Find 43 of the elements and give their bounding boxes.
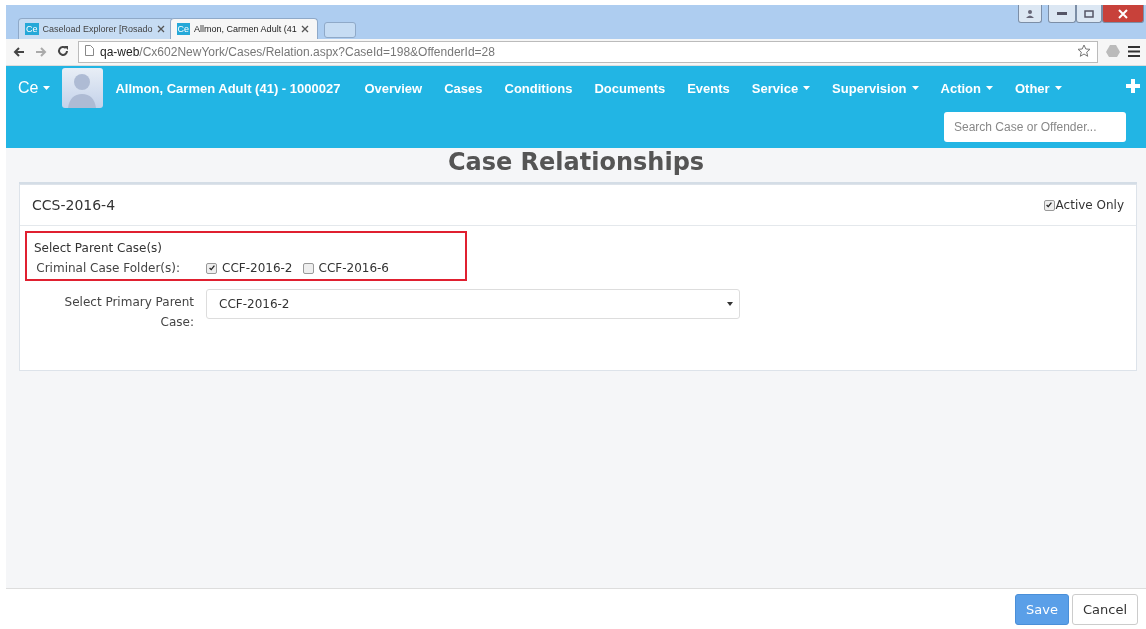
page-title: Case Relationships — [446, 148, 706, 178]
nav-dropdown[interactable]: Service — [751, 80, 811, 96]
dropdown-select[interactable]: CCF-2016-2 — [206, 289, 740, 319]
nav-dropdown[interactable]: Action — [940, 80, 993, 96]
checkbox[interactable] — [302, 262, 314, 274]
page-icon — [85, 45, 94, 59]
avatar — [62, 68, 104, 108]
caret-icon — [727, 302, 733, 306]
section-title: Select Parent Case(s) — [34, 241, 164, 255]
maximize-icon[interactable] — [1076, 5, 1102, 23]
brand-menu[interactable]: Ce — [18, 79, 51, 97]
checkbox-label: CCF-2016-2 — [222, 261, 293, 275]
close-icon[interactable] — [300, 23, 311, 35]
offender-name[interactable]: Allmon, Carmen Adult (41) - 1000027 — [115, 80, 341, 96]
url-text: qa-web/Cx602NewYork/Cases/Relation.aspx?CaseId=198&OffenderId=28 — [100, 45, 496, 59]
nav-link[interactable]: Documents — [594, 80, 666, 96]
close-icon[interactable] — [1102, 5, 1144, 23]
checkbox[interactable] — [206, 262, 217, 274]
nav-link[interactable]: Conditions — [504, 80, 573, 96]
case-number: CCS-2016-4 — [32, 197, 116, 213]
caret-icon — [43, 86, 51, 90]
field-label: Select Primary Parent Case: — [63, 294, 195, 331]
tab-title: Allmon, Carmen Adult (41 — [194, 24, 297, 34]
tab-title: Caseload Explorer [Rosado — [42, 24, 153, 34]
address-bar[interactable]: qa-web/Cx602NewYork/Cases/Relation.aspx?CaseId=198&OffenderId=28 — [78, 41, 1098, 63]
field-label: Criminal Case Folder(s): — [35, 261, 181, 275]
checkbox-label: CCF-2016-6 — [318, 261, 389, 275]
user-icon[interactable] — [1018, 5, 1042, 23]
nav-link[interactable]: Overview — [364, 80, 423, 96]
save-button[interactable]: Save — [1015, 593, 1069, 625]
nav-link[interactable]: Events — [687, 80, 730, 96]
cancel-button[interactable]: Cancel — [1071, 593, 1138, 625]
favicon: Ce — [176, 23, 191, 35]
nav-link[interactable]: Cases — [444, 80, 483, 96]
favicon: Ce — [25, 23, 39, 35]
checkbox[interactable] — [1043, 199, 1055, 211]
browser-tab[interactable]: Ce Allmon, Carmen Adult (41 — [169, 18, 318, 39]
minimize-icon[interactable] — [1048, 5, 1076, 23]
nav-dropdown[interactable]: Other — [1015, 80, 1062, 96]
close-icon[interactable] — [156, 23, 167, 35]
nav-dropdown[interactable]: Supervision — [832, 80, 919, 96]
checkbox-label: Active Only — [1055, 198, 1124, 212]
search-field[interactable]: Search Case or Offender... — [944, 112, 1126, 142]
